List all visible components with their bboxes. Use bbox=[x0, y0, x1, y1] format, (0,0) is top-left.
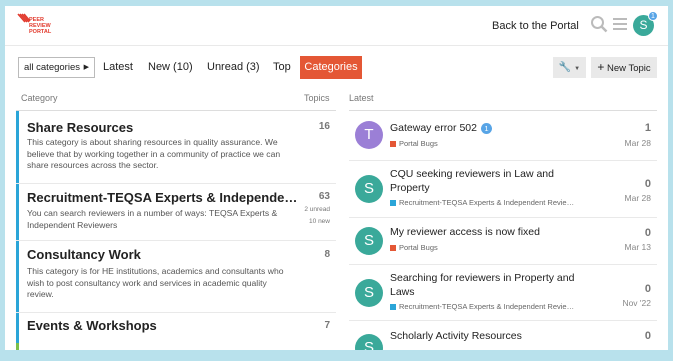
user-avatar[interactable]: S bbox=[355, 279, 383, 307]
topics-column-header: Topics bbox=[304, 93, 330, 103]
topic-date: Mar 28 bbox=[624, 138, 651, 148]
plus-icon: + bbox=[597, 60, 605, 74]
category-row-share-resources[interactable]: Share Resources This category is about s… bbox=[16, 111, 336, 184]
topic-category-tag[interactable]: Recruitment-TEQSA Experts & Independent … bbox=[390, 302, 574, 311]
latest-topic-row[interactable]: T Gateway error 502 1 Portal Bugs 1 Mar 2… bbox=[349, 111, 657, 161]
nav-new[interactable]: New (10) bbox=[148, 61, 193, 73]
category-name[interactable]: Events & Workshops bbox=[27, 318, 157, 333]
topic-category-tag[interactable]: Recruitment-TEQSA Experts & Independent … bbox=[390, 198, 574, 207]
latest-column-header: Latest bbox=[349, 93, 374, 103]
category-color-bar bbox=[16, 111, 19, 183]
chevron-down-icon: ▼ bbox=[574, 66, 581, 72]
category-description: You can search reviewers in a number of … bbox=[27, 208, 278, 230]
user-avatar[interactable]: S bbox=[355, 175, 383, 203]
notification-badge: 1 bbox=[648, 11, 658, 21]
reply-count: 0 bbox=[644, 330, 651, 342]
topic-category-label: Recruitment-TEQSA Experts & Independent … bbox=[399, 302, 575, 311]
category-row-events-workshops[interactable]: Events & Workshops 7 bbox=[16, 313, 336, 350]
navigation-bar: all categories ▶ Latest New (10) Unread … bbox=[5, 56, 668, 80]
category-square-icon bbox=[390, 200, 396, 207]
category-row-recruitment[interactable]: Recruitment-TEQSA Experts & Independe… Y… bbox=[16, 184, 336, 241]
topic-category-label: Portal Bugs bbox=[399, 243, 438, 252]
topic-title-text: Gateway error 502 bbox=[390, 122, 477, 134]
wrench-icon: 🔧 bbox=[558, 62, 572, 73]
caret-right-icon: ▶ bbox=[83, 64, 89, 71]
category-new-count[interactable]: 10 new bbox=[309, 216, 330, 228]
user-avatar[interactable]: S bbox=[355, 227, 383, 255]
category-topic-count: 16 bbox=[318, 121, 330, 132]
latest-topic-row[interactable]: S Scholarly Activity Resources 0 bbox=[349, 321, 657, 350]
topic-title[interactable]: CQU seeking reviewers in Law and Propert… bbox=[390, 168, 580, 195]
topic-title[interactable]: Gateway error 502 1 bbox=[390, 122, 580, 136]
topic-category-tag[interactable]: Portal Bugs bbox=[390, 243, 438, 252]
category-color-bar bbox=[16, 241, 19, 312]
wrench-dropdown-button[interactable]: 🔧 ▼ bbox=[553, 57, 586, 78]
nav-unread[interactable]: Unread (3) bbox=[207, 61, 260, 73]
topic-title[interactable]: Scholarly Activity Resources bbox=[390, 330, 580, 344]
logo-text: PEER REVIEW PORTAL bbox=[29, 17, 52, 35]
topic-title[interactable]: My reviewer access is now fixed bbox=[390, 226, 580, 240]
topic-date: Mar 28 bbox=[624, 193, 651, 203]
nav-top[interactable]: Top bbox=[273, 61, 291, 73]
nav-latest[interactable]: Latest bbox=[103, 61, 133, 73]
topic-date: Nov '22 bbox=[622, 298, 651, 308]
category-color-bar bbox=[16, 343, 19, 350]
user-avatar[interactable]: S bbox=[355, 334, 383, 350]
category-name[interactable]: Consultancy Work bbox=[27, 247, 141, 262]
search-icon[interactable] bbox=[590, 15, 608, 33]
reply-count: 0 bbox=[644, 227, 651, 239]
peer-review-portal-logo[interactable]: PEER REVIEW PORTAL bbox=[17, 13, 77, 41]
latest-topic-row[interactable]: S CQU seeking reviewers in Law and Prope… bbox=[349, 161, 657, 218]
app-frame: PEER REVIEW PORTAL Back to the Portal S … bbox=[5, 6, 668, 350]
category-description: This category is about sharing resources… bbox=[27, 137, 281, 170]
topic-category-tag[interactable]: Portal Bugs bbox=[390, 139, 438, 148]
category-dropdown-label: all categories bbox=[24, 62, 80, 73]
category-column-header: Category bbox=[21, 93, 58, 103]
category-row-consultancy-work[interactable]: Consultancy Work This category is for HE… bbox=[16, 241, 336, 313]
category-topic-count: 8 bbox=[324, 249, 330, 260]
reply-count: 0 bbox=[644, 178, 651, 190]
unread-badge: 1 bbox=[480, 122, 492, 134]
category-description: This category is for HE institutions, ac… bbox=[27, 266, 284, 299]
category-unread-count[interactable]: 2 unread bbox=[304, 204, 330, 216]
category-square-icon bbox=[390, 304, 396, 311]
topic-category-label: Portal Bugs bbox=[399, 139, 438, 148]
category-topic-count: 63 bbox=[318, 191, 330, 202]
category-name[interactable]: Share Resources bbox=[27, 120, 133, 135]
reply-count: 0 bbox=[644, 283, 651, 295]
new-topic-label: New Topic bbox=[607, 63, 651, 74]
topic-category-label: Recruitment-TEQSA Experts & Independent … bbox=[399, 198, 575, 207]
back-to-portal-link[interactable]: Back to the Portal bbox=[492, 20, 579, 32]
reply-count: 1 bbox=[644, 122, 651, 134]
user-avatar[interactable]: T bbox=[355, 121, 383, 149]
latest-topic-row[interactable]: S My reviewer access is now fixed Portal… bbox=[349, 218, 657, 265]
hamburger-menu-icon[interactable] bbox=[612, 15, 628, 33]
new-topic-button[interactable]: + New Topic bbox=[591, 57, 657, 78]
topic-title[interactable]: Searching for reviewers in Property and … bbox=[390, 272, 580, 299]
latest-topic-row[interactable]: S Searching for reviewers in Property an… bbox=[349, 265, 657, 321]
topic-date: Mar 13 bbox=[624, 242, 651, 252]
nav-categories[interactable]: Categories bbox=[300, 56, 362, 79]
category-dropdown[interactable]: all categories ▶ bbox=[18, 57, 95, 78]
site-header: PEER REVIEW PORTAL Back to the Portal S … bbox=[5, 6, 668, 46]
category-name[interactable]: Recruitment-TEQSA Experts & Independe… bbox=[27, 190, 297, 205]
category-square-icon bbox=[390, 141, 396, 148]
category-square-icon bbox=[390, 245, 396, 252]
category-topic-count: 7 bbox=[324, 320, 330, 331]
category-color-bar bbox=[16, 184, 19, 240]
